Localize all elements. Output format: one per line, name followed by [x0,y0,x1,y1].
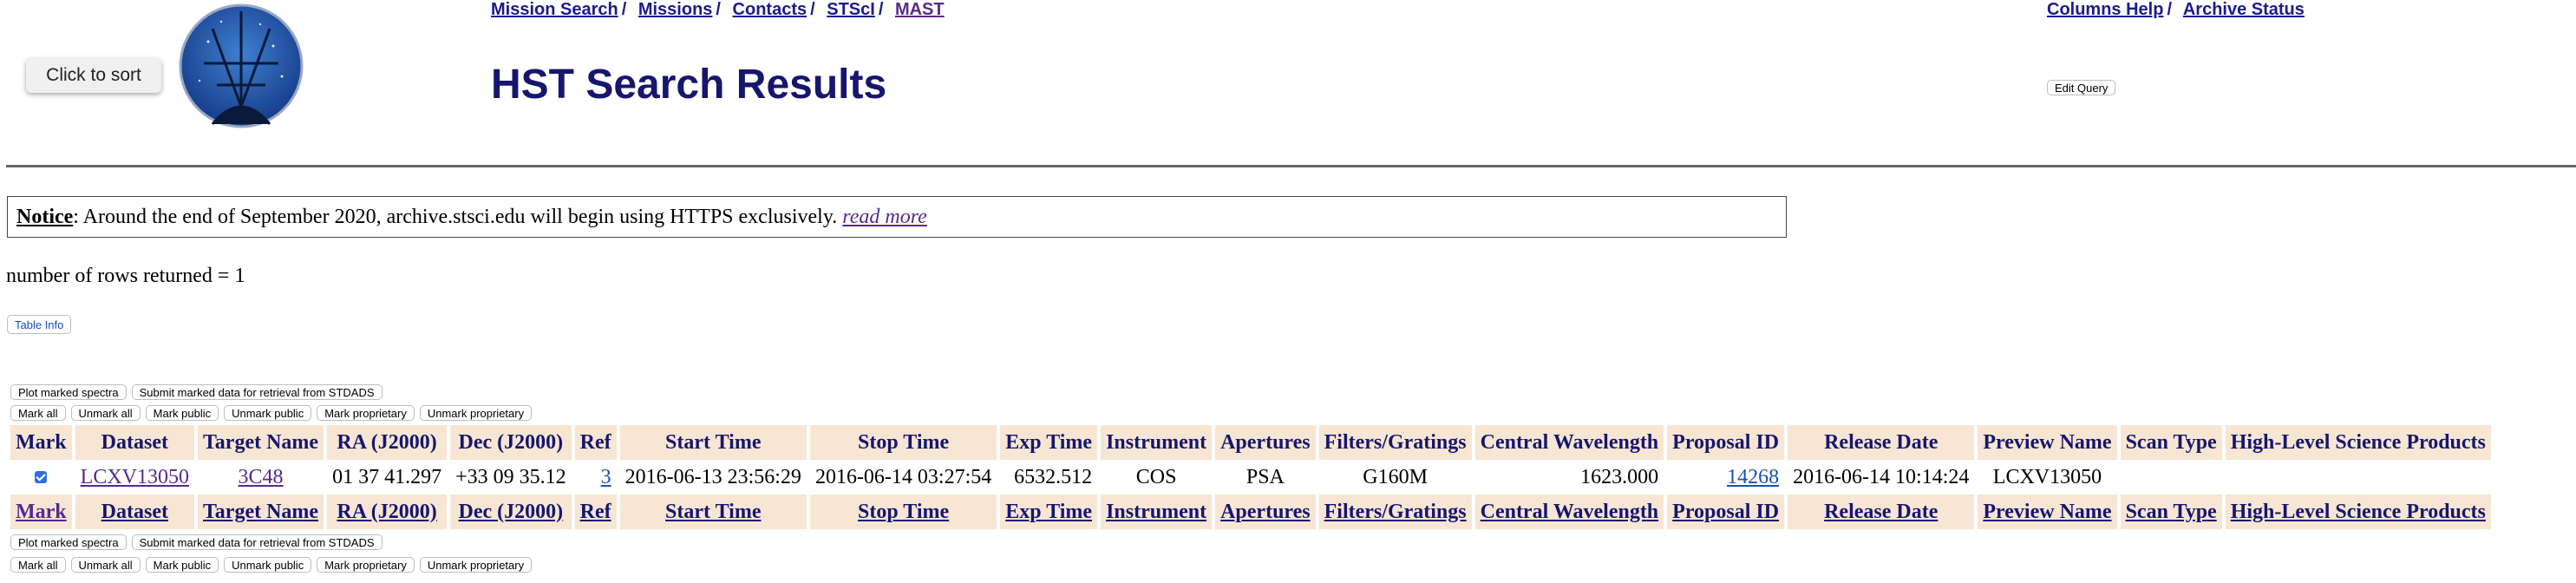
instrument-cell: COS [1135,465,1177,488]
col-header-instrument: Instrument [1101,425,1213,460]
col-header-apertures: Apertures [1215,425,1316,460]
filter-cell: G160M [1363,465,1428,488]
sort-apertures-link[interactable]: Apertures [1220,501,1311,523]
nav-mast-link[interactable]: MAST [895,0,945,19]
sort-filters-link[interactable]: Filters/Gratings [1324,501,1467,523]
unmark-all-button[interactable]: Unmark all [70,405,141,421]
stop-time-cell: 2016-06-14 03:27:54 [814,465,992,488]
notice-box: Notice : Around the end of September 202… [7,196,1787,238]
col-header-mark: Mark [10,425,72,460]
click-to-sort-button[interactable]: Click to sort [26,58,161,93]
col-header-central-wavelength: Central Wavelength [1474,425,1664,460]
table-footer-header-row: Mark Dataset Target Name RA (J2000) Dec … [10,495,2491,529]
mark-public-button-bottom[interactable]: Mark public [145,557,219,573]
sort-ref-link[interactable]: Ref [580,501,611,523]
nav-contacts-link[interactable]: Contacts [733,0,807,19]
top-nav: Mission Search / Missions / Contacts / STSc… [491,0,945,19]
col-header-preview-name: Preview Name [1978,425,2117,460]
edit-query-button[interactable]: Edit Query [2047,80,2116,95]
archive-status-link[interactable]: Archive Status [2183,0,2305,19]
col-header-scan-type: Scan Type [2120,425,2222,460]
ra-cell: 01 37 41.297 [332,465,442,488]
wavelength-cell: 1623.000 [1580,465,1659,488]
table-header-row: Mark Dataset Target Name RA (J2000) Dec … [10,425,2491,460]
dec-cell: +33 09 35.12 [455,465,566,488]
col-header-dataset: Dataset [75,425,194,460]
unmark-public-button[interactable]: Unmark public [224,405,312,421]
ref-link[interactable]: 3 [601,466,611,488]
nav-missions-link[interactable]: Missions [638,0,713,19]
col-header-stop-time: Stop Time [809,425,997,460]
submit-marked-data-button-bottom[interactable]: Submit marked data for retrieval from ST… [131,534,382,550]
bottom-action-row-2: Mark all Unmark all Mark public Unmark p… [10,557,537,573]
nav-mission-search-link[interactable]: Mission Search [491,0,618,19]
col-header-ref: Ref [574,425,617,460]
sort-instrument-link[interactable]: Instrument [1106,501,1206,523]
sort-proposal-id-link[interactable]: Proposal ID [1672,501,1779,523]
columns-help-link[interactable]: Columns Help [2047,0,2163,19]
unmark-proprietary-button[interactable]: Unmark proprietary [419,405,533,421]
sort-start-time-link[interactable]: Start Time [665,501,761,523]
start-time-cell: 2016-06-13 23:56:29 [624,465,801,488]
results-table: Mark Dataset Target Name RA (J2000) Dec … [7,425,2494,529]
sort-ra-link[interactable]: RA (J2000) [337,501,436,523]
aperture-cell: PSA [1246,465,1285,488]
sort-central-wavelength-link[interactable]: Central Wavelength [1481,501,1659,523]
bottom-action-row-1: Plot marked spectra Submit marked data f… [10,534,388,550]
unmark-all-button-bottom[interactable]: Unmark all [70,557,141,573]
release-date-cell: 2016-06-14 10:14:24 [1793,465,1970,488]
read-more-link[interactable]: read more [842,206,927,229]
top-nav-right: Columns Help / Archive Status [2047,0,2305,19]
submit-marked-data-button[interactable]: Submit marked data for retrieval from ST… [131,384,382,400]
rows-returned: number of rows returned = 1 [6,265,245,287]
plot-marked-spectra-button[interactable]: Plot marked spectra [10,384,127,400]
col-header-hlsp: High-Level Science Products [2225,425,2491,460]
mark-proprietary-button-bottom[interactable]: Mark proprietary [317,557,415,573]
sort-hlsp-link[interactable]: High-Level Science Products [2231,501,2486,523]
unmark-public-button-bottom[interactable]: Unmark public [224,557,312,573]
scan-type-cell [2121,460,2222,495]
hlsp-cell [2226,460,2491,495]
sort-preview-name-link[interactable]: Preview Name [1983,501,2111,523]
mark-checkbox[interactable] [35,470,48,483]
exp-time-cell: 6532.512 [1014,465,1093,488]
col-header-exp-time: Exp Time [1000,425,1098,460]
mark-cell [10,460,72,495]
mark-proprietary-button[interactable]: Mark proprietary [317,405,415,421]
notice-label: Notice [16,205,74,228]
plot-marked-spectra-button-bottom[interactable]: Plot marked spectra [10,534,127,550]
top-action-row-2: Mark all Unmark all Mark public Unmark p… [10,405,537,421]
sort-exp-time-link[interactable]: Exp Time [1005,501,1092,523]
target-name-link[interactable]: 3C48 [239,466,284,488]
col-header-ra: RA (J2000) [327,425,448,460]
col-header-dec: Dec (J2000) [450,425,572,460]
sort-scan-type-link[interactable]: Scan Type [2126,501,2217,523]
sort-release-date-link[interactable]: Release Date [1824,501,1938,523]
mark-public-button[interactable]: Mark public [145,405,219,421]
sort-mark-link[interactable]: Mark [16,501,67,523]
col-header-filters: Filters/Gratings [1318,425,1472,460]
dataset-link[interactable]: LCXV13050 [81,466,189,488]
nav-stsci-link[interactable]: STScI [827,0,875,19]
col-header-proposal-id: Proposal ID [1667,425,1785,460]
col-header-release-date: Release Date [1788,425,1975,460]
unmark-proprietary-button-bottom[interactable]: Unmark proprietary [419,557,533,573]
page-title: HST Search Results [491,62,887,108]
preview-name-cell: LCXV13050 [1992,465,2102,488]
top-action-row-1: Plot marked spectra Submit marked data f… [10,384,388,400]
divider [6,165,2576,167]
mark-all-button-bottom[interactable]: Mark all [10,557,66,573]
notice-text: : Around the end of September 2020, arch… [73,205,838,228]
sort-target-name-link[interactable]: Target Name [203,501,318,523]
mark-all-button[interactable]: Mark all [10,405,66,421]
table-row: LCXV13050 3C48 01 37 41.297 +33 09 35.12… [10,460,2491,495]
sort-stop-time-link[interactable]: Stop Time [858,501,949,523]
table-info-button[interactable]: Table Info [7,315,72,334]
proposal-id-link[interactable]: 14268 [1727,466,1779,488]
hst-logo [178,3,304,129]
col-header-start-time: Start Time [619,425,807,460]
col-header-target-name: Target Name [198,425,324,460]
sort-dec-link[interactable]: Dec (J2000) [459,501,564,523]
sort-dataset-link[interactable]: Dataset [101,501,168,523]
